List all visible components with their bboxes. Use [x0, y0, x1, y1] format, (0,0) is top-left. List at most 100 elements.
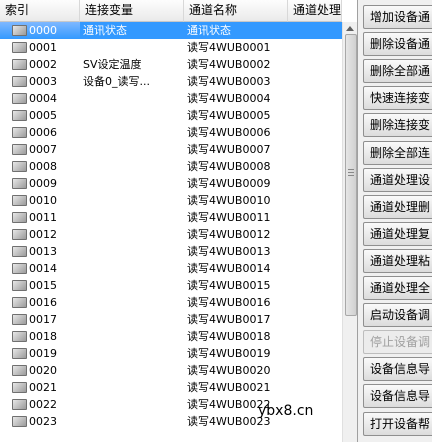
- channel-row-icon: [12, 42, 27, 53]
- action-button-6[interactable]: 通道处理设: [363, 167, 432, 192]
- cell-channel: 读写4WUB0001: [187, 41, 271, 54]
- table-row[interactable]: 0006 读写4WUB0006: [0, 124, 342, 141]
- table-header: 索引 连接变量 通道名称 通道处理: [0, 0, 342, 22]
- table-row[interactable]: 0001 读写4WUB0001: [0, 39, 342, 56]
- table-row[interactable]: 0009 读写4WUB0009: [0, 175, 342, 192]
- cell-variable: [80, 158, 184, 175]
- cell-processing: [288, 107, 342, 124]
- cell-channel: 读写4WUB0019: [187, 347, 271, 360]
- cell-index-text: 0015: [29, 279, 57, 292]
- cell-index-text: 0018: [29, 330, 57, 343]
- cell-variable: [80, 311, 184, 328]
- cell-index: 0020: [0, 362, 80, 379]
- action-button-7[interactable]: 通道处理删: [363, 194, 432, 219]
- table-row[interactable]: 0014 读写4WUB0014: [0, 260, 342, 277]
- action-button-4[interactable]: 删除连接变: [363, 113, 432, 138]
- table-row[interactable]: 0007 读写4WUB0007: [0, 141, 342, 158]
- table-row[interactable]: 0019 读写4WUB0019: [0, 345, 342, 362]
- cell-index-text: 0007: [29, 143, 57, 156]
- cell-channel: 读写4WUB0021: [187, 381, 271, 394]
- cell-processing: [288, 209, 342, 226]
- column-header-processing[interactable]: 通道处理: [288, 0, 342, 22]
- table-row[interactable]: 0003 设备0_读写... 读写4WUB0003: [0, 73, 342, 90]
- scroll-up-arrow-icon[interactable]: [346, 26, 354, 31]
- table-row[interactable]: 0011 读写4WUB0011: [0, 209, 342, 226]
- table-row[interactable]: 0000 通讯状态 通讯状态: [0, 22, 342, 39]
- cell-index-text: 0010: [29, 194, 57, 207]
- table-row[interactable]: 0010 读写4WUB0010: [0, 192, 342, 209]
- table-row[interactable]: 0017 读写4WUB0017: [0, 311, 342, 328]
- table-row[interactable]: 0021 读写4WUB0021: [0, 379, 342, 396]
- vertical-scrollbar[interactable]: [342, 22, 357, 442]
- cell-processing: [288, 192, 342, 209]
- table-row[interactable]: 0002 SV设定温度 读写4WUB0002: [0, 56, 342, 73]
- table-row[interactable]: 0015 读写4WUB0015: [0, 277, 342, 294]
- action-button-1[interactable]: 删除设备通: [363, 32, 432, 57]
- action-button-8[interactable]: 通道处理复: [363, 221, 432, 246]
- cell-variable: [80, 209, 184, 226]
- action-button-12[interactable]: 停止设备调: [363, 330, 432, 355]
- cell-index: 0001: [0, 39, 80, 56]
- table-row[interactable]: 0012 读写4WUB0012: [0, 226, 342, 243]
- channel-row-icon: [12, 212, 27, 223]
- cell-variable: [80, 124, 184, 141]
- cell-channel: 读写4WUB0003: [187, 75, 271, 88]
- cell-variable: [80, 328, 184, 345]
- cell-index: 0012: [0, 226, 80, 243]
- cell-channel: 读写4WUB0020: [187, 364, 271, 377]
- action-button-9[interactable]: 通道处理粘: [363, 248, 432, 273]
- channel-row-icon: [12, 399, 27, 410]
- action-button-0[interactable]: 增加设备通: [363, 5, 432, 29]
- cell-index-text: 0009: [29, 177, 57, 190]
- cell-index-text: 0014: [29, 262, 57, 275]
- cell-index-text: 0022: [29, 398, 57, 411]
- action-button-13[interactable]: 设备信息导: [363, 357, 432, 382]
- cell-index: 0015: [0, 277, 80, 294]
- action-button-11[interactable]: 启动设备调: [363, 303, 432, 328]
- action-button-3[interactable]: 快速连接变: [363, 86, 432, 111]
- cell-processing: [288, 362, 342, 379]
- table-row[interactable]: 0020 读写4WUB0020: [0, 362, 342, 379]
- channel-row-icon: [12, 246, 27, 257]
- cell-index-text: 0011: [29, 211, 57, 224]
- table-row[interactable]: 0004 读写4WUB0004: [0, 90, 342, 107]
- cell-channel: 通讯状态: [184, 22, 288, 39]
- cell-index-text: 0002: [29, 58, 57, 71]
- cell-variable: [80, 107, 184, 124]
- cell-index: 0017: [0, 311, 80, 328]
- channel-row-icon: [12, 195, 27, 206]
- table-row[interactable]: 0005 读写4WUB0005: [0, 107, 342, 124]
- cell-channel: 读写4WUB0017: [187, 313, 271, 326]
- cell-index-text: 0004: [29, 92, 57, 105]
- cell-processing: [288, 124, 342, 141]
- cell-channel: 读写4WUB0002: [187, 58, 271, 71]
- channel-row-icon: [12, 382, 27, 393]
- table-row[interactable]: 0016 读写4WUB0016: [0, 294, 342, 311]
- cell-channel: 读写4WUB0004: [187, 92, 271, 105]
- channel-row-icon: [12, 76, 27, 87]
- watermark-text: ybx8.cn: [258, 400, 378, 422]
- cell-channel: 读写4WUB0010: [187, 194, 271, 207]
- action-button-2[interactable]: 删除全部通: [363, 59, 432, 84]
- action-button-10[interactable]: 通道处理全: [363, 276, 432, 300]
- cell-channel: 读写4WUB0018: [187, 330, 271, 343]
- table-row[interactable]: 0013 读写4WUB0013: [0, 243, 342, 260]
- table-row[interactable]: 0008 读写4WUB0008: [0, 158, 342, 175]
- channel-row-icon: [12, 263, 27, 274]
- column-header-index[interactable]: 索引: [0, 0, 80, 22]
- cell-index: 0004: [0, 90, 80, 107]
- table-body: 0000 通讯状态 通讯状态 0001 读写4WUB0001 0002 SV设定温度 读写4W…: [0, 22, 342, 430]
- cell-index: 0023: [0, 413, 80, 430]
- column-header-variable[interactable]: 连接变量: [80, 0, 184, 22]
- cell-variable: [80, 141, 184, 158]
- cell-index: 0018: [0, 328, 80, 345]
- cell-channel: 读写4WUB0015: [187, 279, 271, 292]
- table-row[interactable]: 0018 读写4WUB0018: [0, 328, 342, 345]
- cell-processing: [288, 39, 342, 56]
- cell-processing: [288, 22, 342, 39]
- cell-processing: [288, 56, 342, 73]
- column-header-channel[interactable]: 通道名称: [184, 0, 288, 22]
- action-button-5[interactable]: 删除全部连: [363, 140, 432, 165]
- scrollbar-thumb[interactable]: [345, 34, 357, 316]
- cell-index: 0009: [0, 175, 80, 192]
